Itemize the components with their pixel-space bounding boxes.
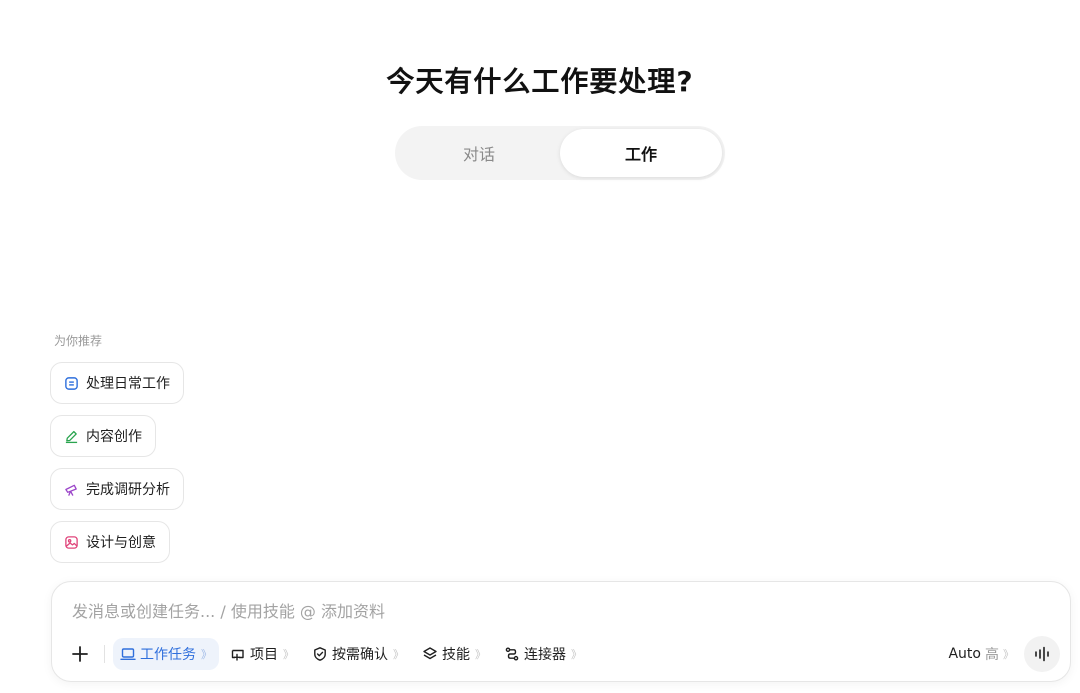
connector-button[interactable]: 连接器 》	[497, 638, 589, 670]
tab-chat[interactable]: 对话	[398, 129, 560, 177]
page-title: 今天有什么工作要处理?	[386, 65, 694, 98]
recommend-item-label: 处理日常工作	[86, 376, 170, 392]
connector-icon	[505, 647, 519, 661]
chevron-right-icon: 》	[1003, 648, 1014, 661]
chevron-right-icon: 》	[393, 648, 404, 661]
recommend-item-content-creation[interactable]: 内容创作	[50, 415, 156, 457]
model-selector[interactable]: Auto 高 》	[948, 644, 1014, 664]
image-icon	[64, 535, 79, 550]
confirm-on-demand-button[interactable]: 按需确认 》	[305, 638, 411, 670]
voice-button[interactable]	[1024, 636, 1060, 672]
tab-work[interactable]: 工作	[560, 129, 722, 177]
plus-icon	[72, 646, 88, 662]
page: 今天有什么工作要处理? 对话 工作 为你推荐 处理日常工作 内容创作 完成调研分…	[0, 0, 1080, 693]
toolbar-divider	[104, 645, 105, 663]
composer: 工作任务 》 项目 》 按需确认 》	[51, 581, 1071, 682]
chevron-right-icon: 》	[283, 648, 294, 661]
skills-label: 技能	[442, 647, 470, 663]
recommend-item-label: 设计与创意	[86, 535, 156, 551]
confirm-on-demand-label: 按需确认	[332, 647, 388, 663]
chevron-right-icon: 》	[475, 648, 486, 661]
model-label: Auto	[948, 646, 981, 662]
message-input[interactable]	[70, 596, 1034, 626]
voice-wave-icon	[1035, 646, 1049, 662]
work-task-label: 工作任务	[140, 647, 196, 663]
project-icon	[231, 649, 244, 661]
layers-icon	[423, 647, 437, 660]
work-task-button[interactable]: 工作任务 》	[113, 638, 219, 670]
recommend-item-daily-work[interactable]: 处理日常工作	[50, 362, 184, 404]
laptop-icon	[120, 648, 136, 661]
skills-button[interactable]: 技能 》	[415, 638, 493, 670]
model-level: 高	[985, 647, 999, 663]
project-button[interactable]: 项目 》	[223, 638, 301, 670]
add-button[interactable]	[66, 640, 94, 668]
connector-label: 连接器	[524, 647, 566, 663]
composer-toolbar: 工作任务 》 项目 》 按需确认 》 技能 》 连接器 》 Auto 高 》	[66, 636, 1060, 672]
telescope-icon	[64, 482, 79, 497]
recommend-label: 为你推荐	[54, 334, 103, 348]
pen-icon	[64, 429, 79, 444]
project-label: 项目	[250, 647, 278, 663]
chevron-right-icon: 》	[201, 648, 212, 661]
chevron-right-icon: 》	[571, 648, 582, 661]
recommend-item-label: 内容创作	[86, 429, 142, 445]
recommend-item-label: 完成调研分析	[86, 482, 170, 498]
recommend-item-research[interactable]: 完成调研分析	[50, 468, 184, 510]
calendar-icon	[64, 376, 79, 391]
check-circle-icon	[314, 647, 326, 661]
recommend-item-design[interactable]: 设计与创意	[50, 521, 170, 563]
mode-switch: 对话 工作	[395, 126, 725, 180]
